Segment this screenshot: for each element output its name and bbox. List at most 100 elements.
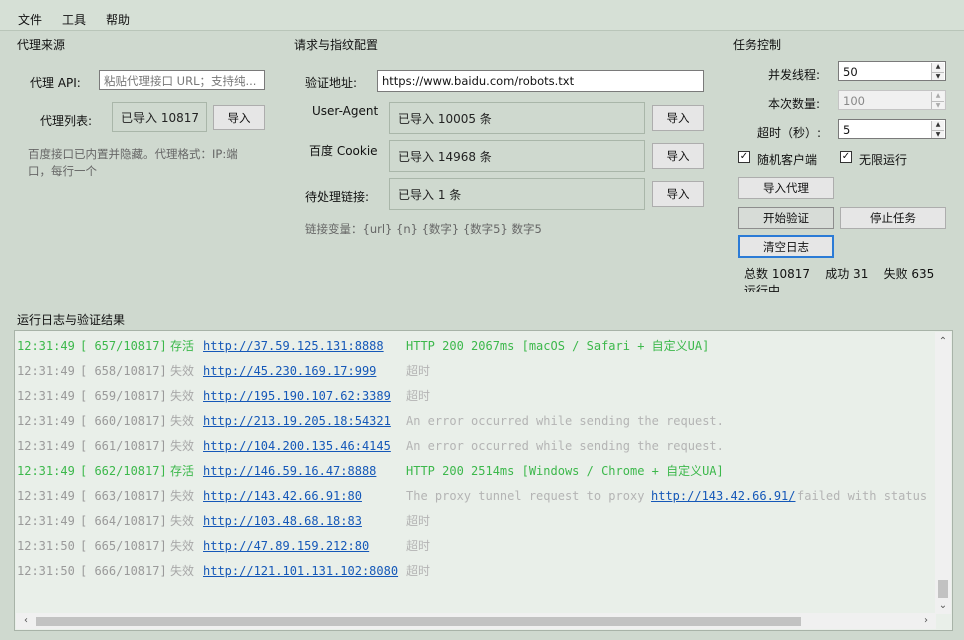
user-agent-field: 已导入 10005 条 [389,102,645,134]
log-index: [ 665/10817] [80,539,167,553]
log-proxy-link[interactable]: http://45.230.169.17:999 [203,362,376,380]
chevron-left-icon[interactable]: ‹ [18,613,34,629]
log-index: [ 659/10817] [80,389,167,403]
log-status: 存活 [170,339,195,353]
log-proxy-link[interactable]: http://103.48.68.18:83 [203,512,362,530]
count-value: 100 [843,94,865,108]
chevron-up-icon[interactable]: ▲ [931,63,944,72]
threads-spin-buttons[interactable]: ▲ ▼ [931,63,944,80]
vertical-scrollbar[interactable]: ⌃ ⌄ [935,332,951,614]
chevron-up-icon[interactable]: ▲ [931,121,944,130]
count-spinbox: 100 ▲ ▼ [838,90,946,110]
chevron-down-icon: ▼ [931,100,944,109]
log-proxy-link[interactable]: http://195.190.107.62:3389 [203,387,391,405]
log-time: 12:31:50 [17,564,75,578]
pending-links-label: 待处理链接: [305,190,370,204]
log-message-tail: failed with status [797,489,928,503]
infinite-run-checkbox[interactable]: ✓ [840,151,852,163]
log-status: 失效 [170,364,195,378]
log-proxy-link[interactable]: http://143.42.66.91:80 [203,487,362,505]
baidu-cookie-label: 百度 Cookie [309,144,378,158]
random-client-label[interactable]: 随机客户端 [757,151,817,168]
log-status: 失效 [170,389,195,403]
stop-task-button[interactable]: 停止任务 [840,207,946,229]
user-agent-import-button[interactable]: 导入 [652,105,704,131]
proxy-hint-line1: 百度接口已内置并隐藏。代理格式：IP:端 [28,147,238,161]
log-message: 超时 [406,539,431,553]
clear-log-button[interactable]: 清空日志 [738,235,834,258]
log-message-link[interactable]: http://143.42.66.91/ [651,487,796,505]
log-time: 12:31:49 [17,464,75,478]
chevron-right-icon[interactable]: › [918,613,934,629]
log-message: HTTP 200 2514ms [Windows / Chrome + 自定义U… [406,464,724,478]
menu-tools[interactable]: 工具 [62,11,86,28]
infinite-run-label[interactable]: 无限运行 [859,151,907,168]
log-proxy-link[interactable]: http://121.101.131.102:8080 [203,562,398,580]
log-proxy-link[interactable]: http://37.59.125.131:8888 [203,337,384,355]
log-proxy-link[interactable]: http://146.59.16.47:8888 [203,462,376,480]
log-message: 超时 [406,364,431,378]
vertical-scroll-thumb[interactable] [938,580,948,598]
horizontal-scroll-thumb[interactable] [36,617,801,626]
request-config-title: 请求与指纹配置 [294,38,379,52]
check-icon: ✓ [841,151,851,162]
log-index: [ 660/10817] [80,414,167,428]
timeout-label: 超时（秒）: [757,126,822,140]
log-time: 12:31:49 [17,514,75,528]
timeout-spin-buttons[interactable]: ▲ ▼ [931,121,944,138]
log-proxy-link[interactable]: http://104.200.135.46:4145 [203,437,391,455]
log-time: 12:31:49 [17,489,75,503]
log-proxy-link[interactable]: http://47.89.159.212:80 [203,537,369,555]
baidu-cookie-field: 已导入 14968 条 [389,140,645,172]
log-time: 12:31:49 [17,389,75,403]
verify-url-label: 验证地址: [305,76,358,90]
timeout-spinbox[interactable]: 5 ▲ ▼ [838,119,946,139]
links-import-button[interactable]: 导入 [652,181,704,207]
log-message: 超时 [406,514,431,528]
menu-help[interactable]: 帮助 [106,11,130,28]
chevron-down-icon[interactable]: ⌄ [935,598,951,614]
log-panel[interactable]: 12:31:49 [ 657/10817] 存活 http://37.59.125.1… [14,330,953,631]
verify-url-input[interactable]: https://www.baidu.com/robots.txt [377,70,704,92]
log-proxy-link[interactable]: http://213.19.205.18:54321 [203,412,391,430]
import-proxy-button[interactable]: 导入代理 [738,177,834,199]
pending-links-field: 已导入 1 条 [389,178,645,210]
proxy-source-title: 代理来源 [17,38,66,52]
horizontal-scrollbar[interactable]: ‹ › [16,613,936,629]
proxy-list-field: 已导入 10817 [112,102,207,132]
count-spin-buttons: ▲ ▼ [931,92,944,109]
threads-spinbox[interactable]: 50 ▲ ▼ [838,61,946,81]
threads-value: 50 [843,65,858,79]
menu-file[interactable]: 文件 [18,11,42,28]
log-index: [ 662/10817] [80,464,167,478]
random-client-checkbox[interactable]: ✓ [738,151,750,163]
running-status: 运行中 [744,284,781,292]
cookie-import-button[interactable]: 导入 [652,143,704,169]
log-time: 12:31:49 [17,339,75,353]
task-control-title: 任务控制 [733,38,782,52]
log-time: 12:31:49 [17,414,75,428]
link-variables-hint: 链接变量：{url} {n} {数字} {数字5} 数字5 [305,222,542,236]
log-message: 超时 [406,389,431,403]
stats-summary: 总数 10817 成功 31 失败 635 [744,267,935,281]
threads-label: 并发线程: [768,68,821,82]
log-status: 失效 [170,414,195,428]
log-message: HTTP 200 2067ms [macOS / Safari + 自定义UA] [406,339,710,353]
log-message: An error occurred while sending the requ… [406,414,724,428]
chevron-down-icon[interactable]: ▼ [931,71,944,80]
log-title: 运行日志与验证结果 [17,313,126,327]
log-status: 失效 [170,514,195,528]
count-label: 本次数量: [768,97,821,111]
proxy-import-button[interactable]: 导入 [213,105,265,130]
log-index: [ 661/10817] [80,439,167,453]
chevron-down-icon[interactable]: ▼ [931,129,944,138]
log-status: 失效 [170,539,195,553]
log-time: 12:31:49 [17,364,75,378]
chevron-up-icon[interactable]: ⌃ [935,334,951,350]
proxy-list-label: 代理列表: [40,114,93,128]
chevron-up-icon: ▲ [931,92,944,101]
start-verify-button[interactable]: 开始验证 [738,207,834,229]
proxy-api-input[interactable]: 粘贴代理接口 URL；支持纯... [99,70,265,90]
log-index: [ 657/10817] [80,339,167,353]
log-message: The proxy tunnel request to proxy [406,489,645,503]
